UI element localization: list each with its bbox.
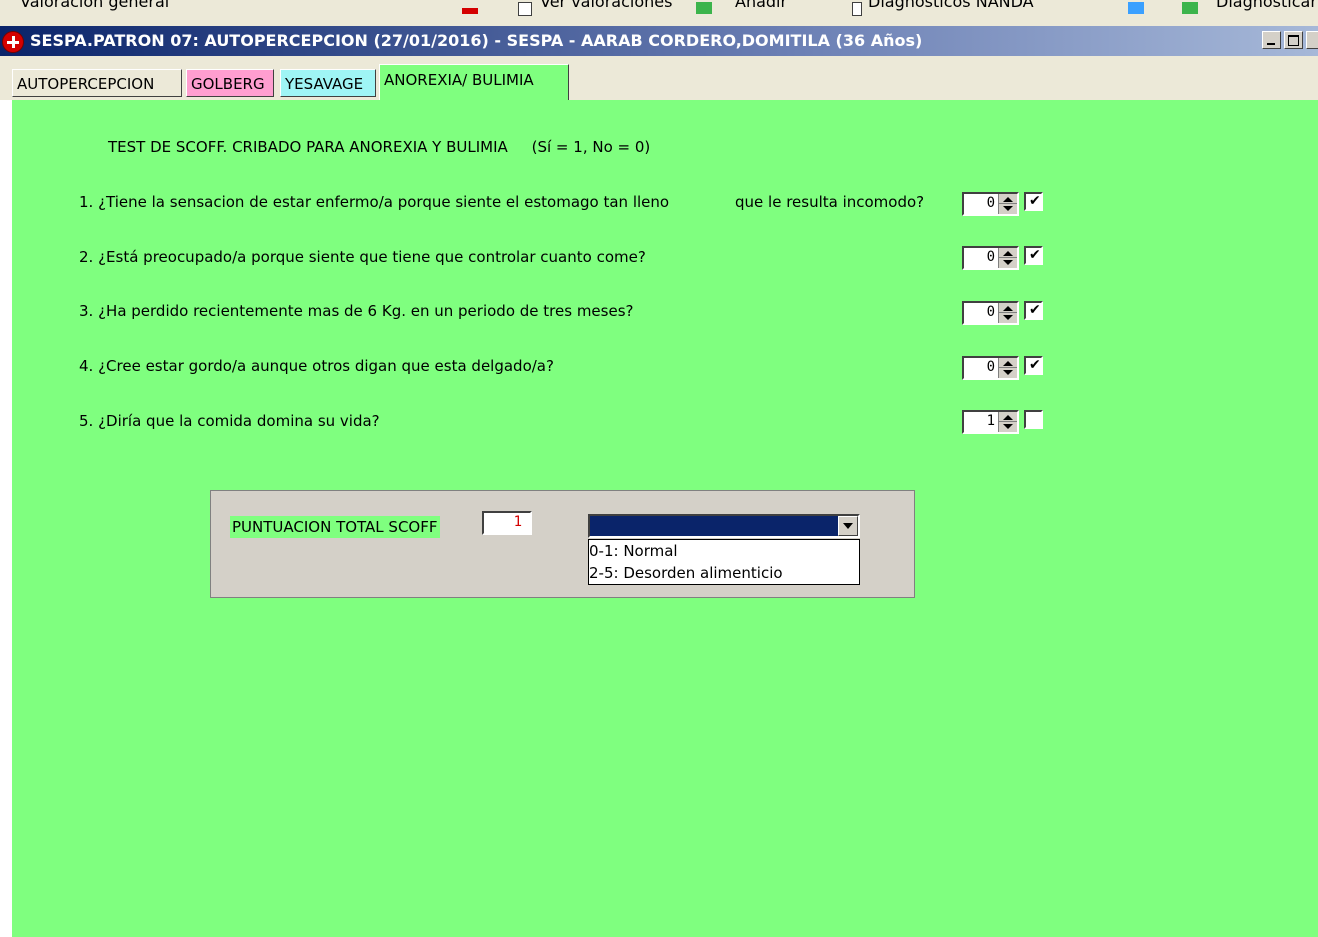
window-title: SESPA.PATRON 07: AUTOPERCEPCION (27/01/2… xyxy=(30,31,923,50)
total-score-value: 1 xyxy=(513,514,522,530)
warning-icon[interactable] xyxy=(462,8,478,14)
question-1-checkbox[interactable]: ✔ xyxy=(1024,192,1043,211)
left-border xyxy=(0,100,12,937)
question-2-text: 2. ¿Está preocupado/a porque siente que … xyxy=(79,248,646,266)
minimize-button[interactable] xyxy=(1262,31,1281,49)
total-score-field[interactable]: 1 xyxy=(482,511,532,535)
question-2-spinner[interactable]: 0 xyxy=(962,246,1019,270)
checkmark-icon: ✔ xyxy=(1029,357,1041,373)
question-1-value: 0 xyxy=(986,195,995,211)
question-2-checkbox[interactable]: ✔ xyxy=(1024,246,1043,265)
question-1-spinner[interactable]: 0 xyxy=(962,192,1019,216)
dropdown-option-normal[interactable]: 0-1: Normal xyxy=(589,542,678,560)
toolbar-item-anadir[interactable]: Añadir xyxy=(735,0,787,11)
question-4-text: 4. ¿Cree estar gordo/a aunque otros diga… xyxy=(79,357,554,375)
tab-yesavage[interactable]: YESAVAGE xyxy=(280,69,376,97)
close-button[interactable] xyxy=(1306,31,1318,49)
spinner-arrows-icon[interactable] xyxy=(998,303,1017,323)
checkmark-icon: ✔ xyxy=(1029,247,1041,263)
checkbox-icon[interactable] xyxy=(518,2,532,16)
tab-golberg[interactable]: GOLBERG xyxy=(186,69,274,97)
tab-autopercepcion[interactable]: AUTOPERCEPCION xyxy=(12,69,182,97)
refresh-icon[interactable] xyxy=(1128,2,1144,14)
question-1-text-extra: que le resulta incomodo? xyxy=(735,193,925,211)
window-title-bar[interactable]: SESPA.PATRON 07: AUTOPERCEPCION (27/01/2… xyxy=(0,26,1318,56)
tab-bar: AUTOPERCEPCION GOLBERG YESAVAGE ANOREXIA… xyxy=(0,56,1318,100)
spinner-arrows-icon[interactable] xyxy=(998,358,1017,378)
result-dropdown[interactable] xyxy=(588,514,860,538)
question-5-spinner[interactable]: 1 xyxy=(962,410,1019,434)
result-dropdown-list: 0-1: Normal 2-5: Desorden alimenticio xyxy=(588,539,860,585)
question-5-value: 1 xyxy=(986,413,995,429)
spinner-arrows-icon[interactable] xyxy=(998,194,1017,214)
top-toolbar: Valoración general Ver valoraciones Añad… xyxy=(0,0,1318,26)
chevron-down-icon[interactable] xyxy=(838,516,858,536)
toolbar-item-diagnosticos-nanda[interactable]: Diagnósticos NANDA xyxy=(868,0,1034,11)
question-2-value: 0 xyxy=(986,249,995,265)
total-score-label: PUNTUACION TOTAL SCOFF xyxy=(230,516,440,538)
dropdown-option-desorden[interactable]: 2-5: Desorden alimenticio xyxy=(589,564,783,582)
question-4-value: 0 xyxy=(986,359,995,375)
checkmark-icon: ✔ xyxy=(1029,302,1041,318)
maximize-button[interactable] xyxy=(1284,31,1303,49)
diagnose-icon[interactable] xyxy=(1182,2,1198,14)
toolbar-item-valoracion-general[interactable]: Valoración general xyxy=(20,0,169,11)
question-4-spinner[interactable]: 0 xyxy=(962,356,1019,380)
toolbar-item-ver-valoraciones[interactable]: Ver valoraciones xyxy=(540,0,672,11)
spinner-arrows-icon[interactable] xyxy=(998,248,1017,268)
question-5-text: 5. ¿Diría que la comida domina su vida? xyxy=(79,412,380,430)
checkmark-icon: ✔ xyxy=(1029,193,1041,209)
question-3-checkbox[interactable]: ✔ xyxy=(1024,301,1043,320)
question-3-text: 3. ¿Ha perdido recientemente mas de 6 Kg… xyxy=(79,302,634,320)
form-title: TEST DE SCOFF. CRIBADO PARA ANOREXIA Y B… xyxy=(108,138,651,156)
toolbar-item-diagnosticar[interactable]: Diagnosticar xyxy=(1216,0,1317,11)
question-5-checkbox[interactable] xyxy=(1024,410,1043,429)
tab-anorexia-bulimia[interactable]: ANOREXIA/ BULIMIA xyxy=(379,64,569,100)
question-4-checkbox[interactable]: ✔ xyxy=(1024,356,1043,375)
document-icon[interactable] xyxy=(852,2,862,16)
app-icon[interactable] xyxy=(2,31,24,53)
spinner-arrows-icon[interactable] xyxy=(998,412,1017,432)
question-3-value: 0 xyxy=(986,304,995,320)
add-icon[interactable] xyxy=(696,2,712,14)
question-1-text: 1. ¿Tiene la sensacion de estar enfermo/… xyxy=(79,193,670,211)
question-3-spinner[interactable]: 0 xyxy=(962,301,1019,325)
